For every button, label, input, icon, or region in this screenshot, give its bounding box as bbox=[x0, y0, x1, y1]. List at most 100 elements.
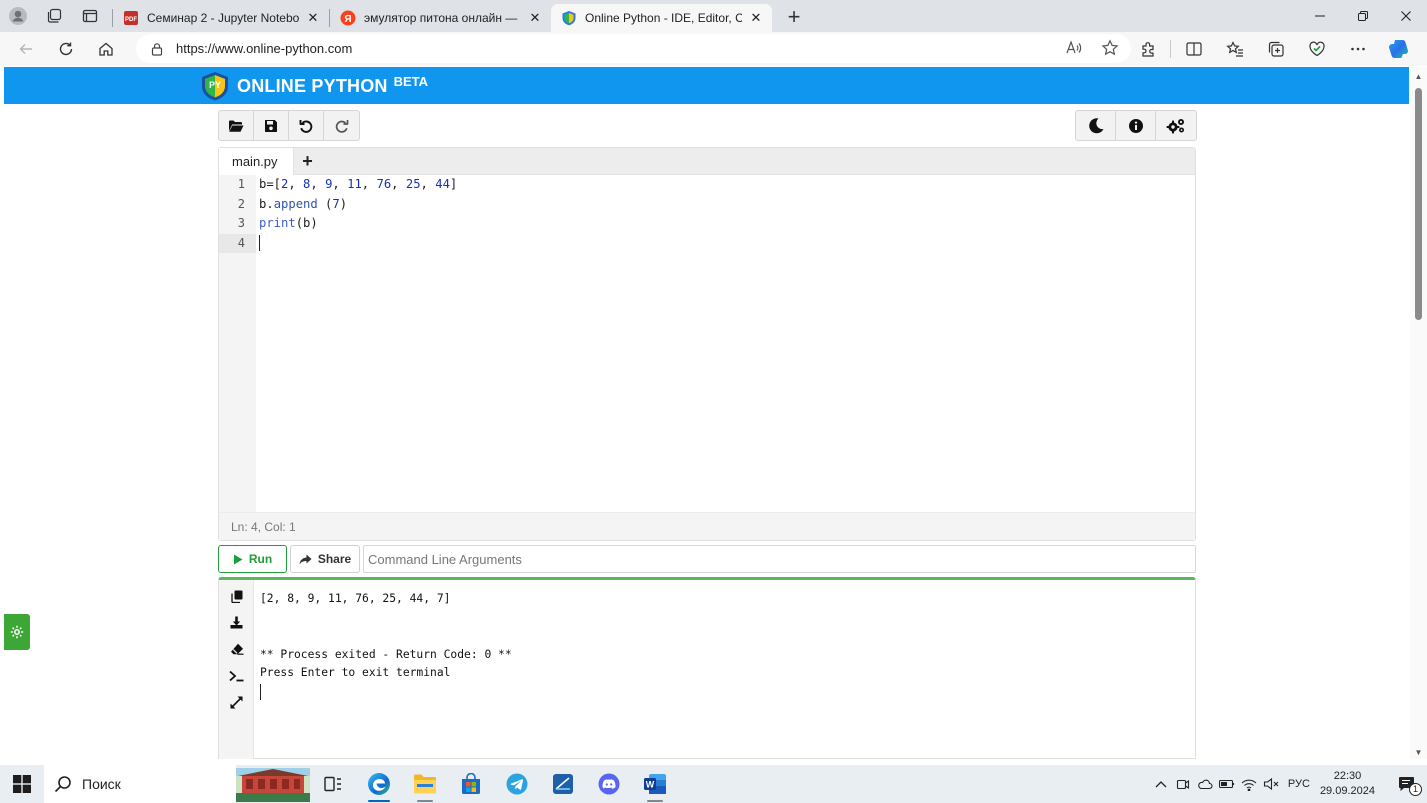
windows-logo-icon bbox=[13, 775, 31, 793]
settings-toolbar bbox=[1075, 110, 1197, 141]
taskbar-search-box[interactable]: Поиск bbox=[44, 765, 236, 803]
share-button[interactable]: Share bbox=[290, 545, 360, 573]
discord-icon[interactable] bbox=[586, 765, 632, 803]
back-icon[interactable] bbox=[6, 33, 46, 65]
share-arrow-icon bbox=[299, 554, 312, 564]
line-number: 1 bbox=[237, 177, 245, 191]
code-line-4[interactable] bbox=[259, 234, 1195, 254]
code-line-2[interactable]: b.append (7) bbox=[259, 195, 1195, 215]
onedrive-cloud-icon[interactable] bbox=[1194, 765, 1216, 803]
window-controls bbox=[1298, 0, 1427, 32]
minimize-icon[interactable] bbox=[1298, 0, 1341, 32]
file-toolbar bbox=[218, 110, 360, 141]
svg-text:PDF: PDF bbox=[125, 17, 137, 23]
info-icon[interactable] bbox=[1116, 111, 1156, 140]
word-icon[interactable]: W bbox=[632, 765, 678, 803]
close-tab-icon[interactable]: ✕ bbox=[748, 10, 764, 26]
scroll-down-icon[interactable]: ▼ bbox=[1414, 748, 1423, 757]
microsoft-store-icon[interactable] bbox=[448, 765, 494, 803]
terminal-input-line[interactable] bbox=[260, 683, 512, 702]
address-bar[interactable]: https://www.online-python.com bbox=[136, 34, 1131, 63]
favorite-star-icon[interactable] bbox=[1101, 39, 1119, 57]
restore-icon[interactable] bbox=[1341, 0, 1384, 32]
save-button[interactable] bbox=[254, 111, 289, 140]
redo-button[interactable] bbox=[324, 111, 359, 140]
copilot-icon[interactable] bbox=[1378, 33, 1419, 65]
terminal-line: Press Enter to exit terminal bbox=[260, 666, 451, 679]
tab-actions-icon[interactable] bbox=[72, 0, 108, 32]
add-file-button[interactable]: + bbox=[294, 148, 322, 175]
favorites-icon[interactable] bbox=[1214, 33, 1255, 65]
dark-mode-toggle-icon[interactable] bbox=[1076, 111, 1116, 140]
close-window-icon[interactable] bbox=[1384, 0, 1427, 32]
notifications-icon[interactable]: 1 bbox=[1387, 765, 1427, 803]
settings-gears-icon[interactable] bbox=[1156, 111, 1196, 140]
snipping-tool-icon[interactable] bbox=[540, 765, 586, 803]
scroll-up-icon[interactable]: ▲ bbox=[1414, 72, 1423, 81]
profile-icon[interactable] bbox=[0, 0, 36, 32]
edge-taskbar-icon[interactable] bbox=[356, 765, 402, 803]
open-folder-button[interactable] bbox=[219, 111, 254, 140]
meet-now-icon[interactable] bbox=[1172, 765, 1194, 803]
extensions-icon[interactable] bbox=[1127, 33, 1168, 65]
file-explorer-icon[interactable] bbox=[402, 765, 448, 803]
tab-pdf[interactable]: PDF Семинар 2 - Jupyter Notebook.pdf ✕ bbox=[113, 4, 329, 32]
workspaces-icon[interactable] bbox=[36, 0, 72, 32]
task-view-icon[interactable] bbox=[310, 765, 356, 803]
close-tab-icon[interactable]: ✕ bbox=[527, 10, 543, 26]
close-tab-icon[interactable]: ✕ bbox=[305, 10, 321, 26]
expand-icon[interactable] bbox=[219, 689, 254, 716]
notification-count: 1 bbox=[1409, 783, 1422, 796]
eraser-icon[interactable] bbox=[219, 636, 254, 663]
copy-icon[interactable] bbox=[219, 583, 254, 610]
collections-icon[interactable] bbox=[1255, 33, 1296, 65]
brand-name: ONLINE PYTHON bbox=[237, 75, 388, 96]
search-highlight-image[interactable] bbox=[236, 767, 310, 802]
run-controls: Run Share bbox=[218, 545, 1196, 574]
file-tab-main[interactable]: main.py bbox=[219, 148, 294, 175]
terminal-line: ** Process exited - Return Code: 0 ** bbox=[260, 647, 512, 661]
code-line-3[interactable]: print(b) bbox=[259, 214, 1195, 234]
volume-muted-icon[interactable] bbox=[1260, 765, 1282, 803]
page-scrollbar[interactable]: ▲ ▼ bbox=[1410, 67, 1427, 759]
output-terminal[interactable]: [2, 8, 9, 11, 76, 25, 44, 7] ** Process … bbox=[218, 577, 1196, 759]
tab-online-python[interactable]: Online Python - IDE, Editor, Compiler ✕ bbox=[551, 4, 772, 32]
show-hidden-icons-chevron-icon[interactable] bbox=[1150, 765, 1172, 803]
telegram-icon[interactable] bbox=[494, 765, 540, 803]
floating-settings-gear-icon[interactable] bbox=[4, 614, 30, 650]
home-icon[interactable] bbox=[86, 33, 126, 65]
search-icon bbox=[54, 776, 71, 793]
browser-essentials-icon[interactable] bbox=[1296, 33, 1337, 65]
split-screen-icon[interactable] bbox=[1173, 33, 1214, 65]
page-viewport: PY ONLINE PYTHON BETA main.py + 1 2 3 4 … bbox=[4, 67, 1409, 759]
code-line-1[interactable]: b=[2, 8, 9, 11, 76, 25, 44] bbox=[259, 175, 1195, 195]
input-language[interactable]: РУС bbox=[1288, 778, 1310, 790]
browser-toolbar: https://www.online-python.com bbox=[0, 32, 1427, 66]
yandex-icon: Я bbox=[340, 10, 356, 26]
code-area[interactable]: b=[2, 8, 9, 11, 76, 25, 44] b.append (7)… bbox=[259, 175, 1195, 513]
tab-yandex[interactable]: Я эмулятор питона онлайн — Яндекс ✕ bbox=[330, 4, 551, 32]
undo-button[interactable] bbox=[289, 111, 324, 140]
site-header: PY ONLINE PYTHON BETA bbox=[4, 67, 1409, 104]
play-icon bbox=[233, 554, 243, 564]
command-line-arguments-input[interactable] bbox=[363, 545, 1196, 573]
site-brand[interactable]: PY ONLINE PYTHON BETA bbox=[199, 70, 428, 102]
wifi-icon[interactable] bbox=[1238, 765, 1260, 803]
taskbar-clock[interactable]: 22:30 29.09.2024 bbox=[1320, 769, 1375, 799]
run-button[interactable]: Run bbox=[218, 545, 287, 573]
browser-toolbar-right bbox=[1127, 32, 1419, 66]
url-text[interactable]: https://www.online-python.com bbox=[176, 41, 352, 56]
lock-icon[interactable] bbox=[150, 42, 164, 56]
battery-icon[interactable] bbox=[1216, 765, 1238, 803]
svg-text:PY: PY bbox=[209, 80, 221, 90]
refresh-icon[interactable] bbox=[46, 33, 86, 65]
terminal-prompt-icon[interactable] bbox=[219, 663, 254, 690]
scrollbar-thumb[interactable] bbox=[1415, 88, 1422, 320]
download-icon[interactable] bbox=[219, 610, 254, 637]
new-tab-button[interactable]: + bbox=[778, 3, 810, 31]
more-options-icon[interactable] bbox=[1337, 33, 1378, 65]
start-button[interactable] bbox=[0, 765, 44, 803]
read-aloud-icon[interactable] bbox=[1065, 39, 1083, 57]
